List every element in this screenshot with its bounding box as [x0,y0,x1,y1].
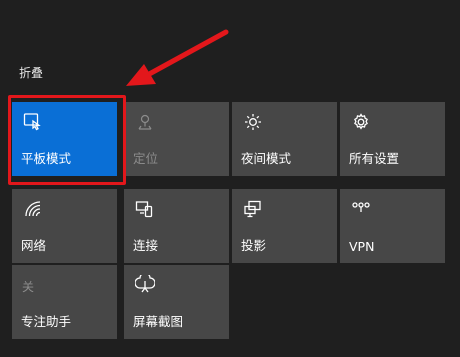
annotation-arrow [126,29,229,86]
